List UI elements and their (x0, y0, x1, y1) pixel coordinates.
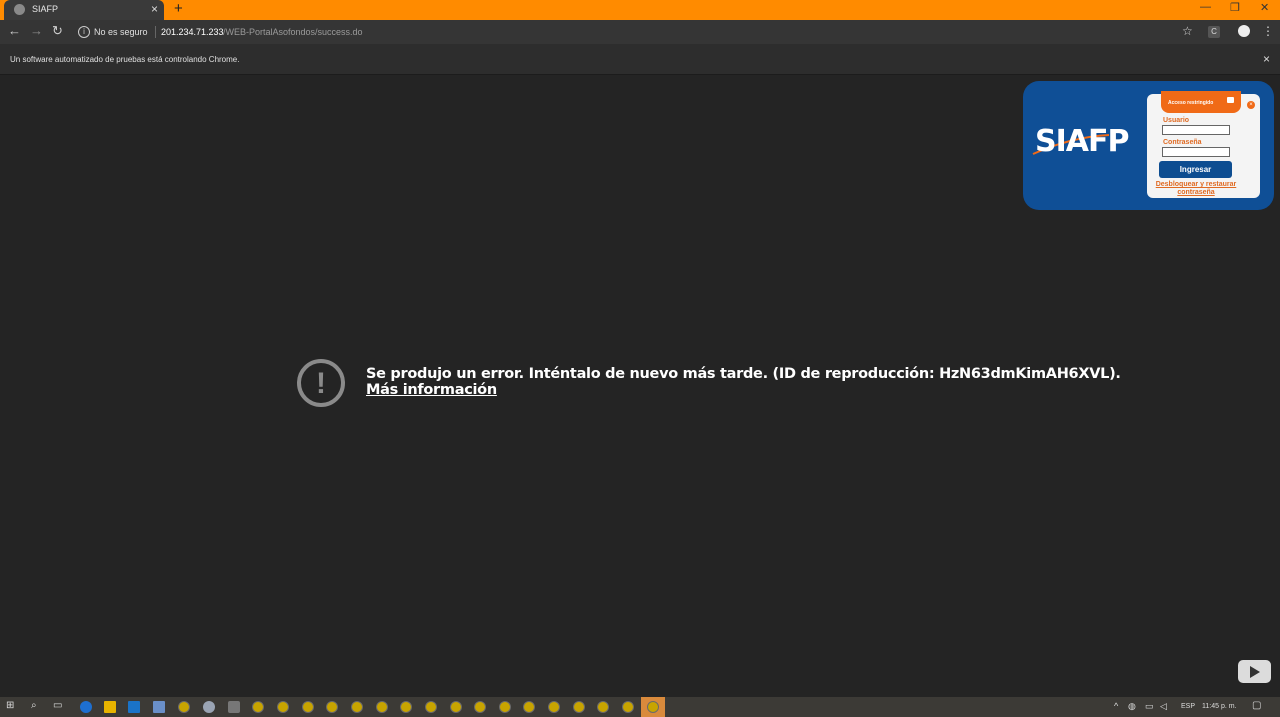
restore-button[interactable]: ❐ (1230, 1, 1240, 14)
reload-icon[interactable]: ↻ (52, 23, 63, 39)
divider (155, 26, 156, 38)
menu-icon[interactable]: ⋮ (1262, 24, 1274, 38)
new-tab-button[interactable]: + (174, 0, 183, 18)
chrome-icon[interactable] (376, 701, 388, 713)
profile-avatar-icon[interactable] (1238, 25, 1250, 37)
automation-notice: Un software automatizado de pruebas está… (10, 55, 240, 64)
restricted-access-header: Acceso restringido (1161, 91, 1241, 113)
edge-icon[interactable] (80, 701, 92, 713)
login-card: Acceso restringido × Usuario Contraseña … (1147, 91, 1260, 198)
chrome-icon[interactable] (597, 701, 609, 713)
url-host: 201.234.71.233 (161, 27, 224, 37)
notifications-icon[interactable]: ▢ (1252, 700, 1261, 711)
error-message: Se produjo un error. Inténtalo de nuevo … (366, 366, 1121, 382)
file-explorer-icon[interactable] (104, 701, 116, 713)
browser-toolbar: ← → ↻ i No es seguro 201.234.71.233 /WEB… (0, 20, 1280, 44)
volume-muted-icon[interactable]: ◁ (1160, 701, 1167, 712)
close-window-button[interactable]: ✕ (1260, 1, 1269, 14)
chrome-icon[interactable] (450, 701, 462, 713)
address-bar[interactable]: i No es seguro 201.234.71.233 /WEB-Porta… (70, 22, 1200, 42)
taskbar: ⊞ ⌕ ▭ ^ ◍ ▭ ◁ ESP 11:45 p. m. ▢ (0, 697, 1280, 717)
bookmark-star-icon[interactable]: ☆ (1182, 24, 1193, 38)
chrome-icon[interactable] (647, 701, 659, 713)
chrome-icon[interactable] (622, 701, 634, 713)
globe-icon (14, 4, 25, 15)
windows-start-icon[interactable]: ⊞ (6, 700, 14, 711)
app-icon[interactable] (228, 701, 240, 713)
display-icon[interactable]: ▭ (1145, 701, 1154, 712)
network-icon[interactable]: ◍ (1128, 701, 1136, 712)
user-label: Usuario (1163, 117, 1190, 124)
unlock-password-link[interactable]: Desbloquear y restaurar contraseña (1153, 181, 1239, 197)
chrome-icon[interactable] (277, 701, 289, 713)
more-info-link[interactable]: Más información (366, 382, 497, 398)
infobar-close-button[interactable]: × (1263, 52, 1270, 66)
automation-infobar: Un software automatizado de pruebas está… (0, 44, 1280, 75)
remote-app-icon[interactable] (153, 701, 165, 713)
header-label: Acceso restringido (1168, 100, 1214, 106)
chrome-icon[interactable] (425, 701, 437, 713)
user-input[interactable] (1162, 125, 1230, 135)
chrome-icon[interactable] (474, 701, 486, 713)
chrome-icon[interactable] (499, 701, 511, 713)
chrome-icon[interactable] (573, 701, 585, 713)
clock[interactable]: 11:45 p. m. (1202, 703, 1237, 710)
security-label: No es seguro (94, 27, 148, 37)
chrome-icon[interactable] (178, 701, 190, 713)
tab-title: SIAFP (32, 4, 59, 14)
password-input[interactable] (1162, 147, 1230, 157)
chrome-icon[interactable] (326, 701, 338, 713)
search-icon[interactable]: ⌕ (31, 700, 37, 711)
lock-icon (1227, 97, 1234, 103)
chevron-up-icon[interactable]: ^ (1114, 701, 1118, 711)
login-widget: SIAFP Acceso restringido × Usuario Contr… (1023, 81, 1274, 210)
youtube-icon[interactable] (1238, 660, 1271, 683)
extension-icon[interactable]: C (1208, 26, 1220, 38)
chrome-icon[interactable] (548, 701, 560, 713)
minimize-button[interactable]: — (1200, 1, 1211, 13)
chrome-icon[interactable] (302, 701, 314, 713)
login-close-button[interactable]: × (1247, 101, 1255, 109)
app-icon[interactable] (203, 701, 215, 713)
error-exclamation-icon: ! (297, 359, 345, 407)
password-label: Contraseña (1163, 139, 1202, 146)
chrome-icon[interactable] (400, 701, 412, 713)
tab-strip: SIAFP × + — ❐ ✕ (0, 0, 1280, 20)
url-path: /WEB-PortalAsofondos/success.do (223, 27, 363, 37)
task-view-icon[interactable]: ▭ (53, 700, 62, 711)
back-arrow-icon[interactable]: ← (8, 23, 21, 38)
tab-close-button[interactable]: × (151, 2, 158, 16)
chrome-icon[interactable] (252, 701, 264, 713)
chrome-icon[interactable] (523, 701, 535, 713)
outlook-icon[interactable] (128, 701, 140, 713)
siafp-logo: SIAFP (1035, 124, 1129, 159)
forward-arrow-icon[interactable]: → (30, 23, 43, 38)
chrome-icon[interactable] (351, 701, 363, 713)
language-indicator[interactable]: ESP (1181, 703, 1195, 710)
login-submit-button[interactable]: Ingresar (1159, 161, 1232, 178)
tab-siafp[interactable]: SIAFP × (4, 0, 164, 20)
info-icon[interactable]: i (78, 26, 90, 38)
